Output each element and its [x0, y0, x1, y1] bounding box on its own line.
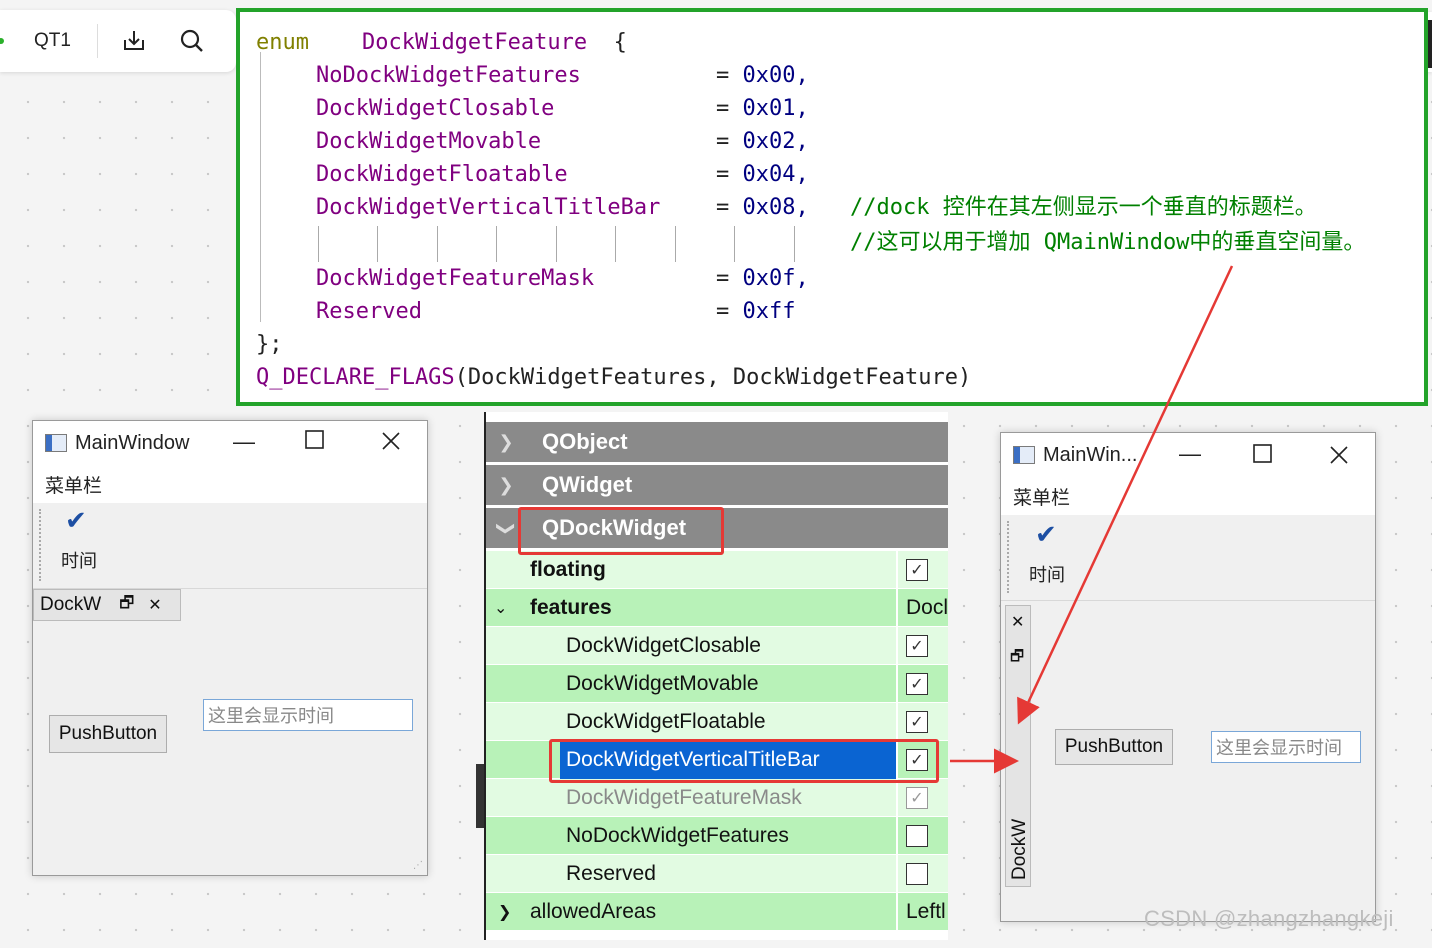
watermark: CSDN @zhangzhangkeji	[1144, 906, 1394, 931]
annotation-arrows	[950, 265, 1234, 774]
arrow-comment-to-window	[1017, 265, 1234, 725]
